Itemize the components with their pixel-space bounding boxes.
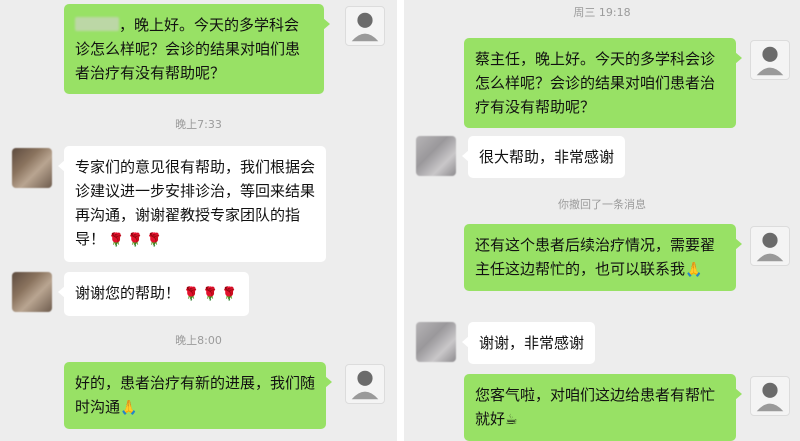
rose-icon: 🌹 — [221, 287, 238, 302]
chat-panel-right[interactable]: 周三 19:18 蔡主任，晚上好。今天的多学科会诊怎么样呢？会诊的结果对咱们患者… — [404, 0, 800, 441]
timestamp: 晚上7:33 — [175, 118, 222, 131]
sent-message-bubble[interactable]: 好的，患者治疗有新的进展，我们随时沟通🙏 — [64, 362, 332, 429]
pray-icon: 🙏 — [685, 262, 703, 278]
rose-icon: 🌹 — [108, 233, 125, 248]
my-avatar[interactable] — [345, 364, 385, 404]
user-avatar-icon — [756, 232, 784, 262]
sent-message-bubble[interactable]: 蔡主任，晚上好。今天的多学科会诊怎么样呢？会诊的结果对咱们患者治疗有没有帮助呢？ — [464, 38, 742, 128]
message-text: 谢谢，非常感谢 — [479, 334, 585, 352]
message-text: 很大帮助，非常感谢 — [479, 148, 615, 166]
timestamp: 晚上8:00 — [175, 334, 222, 347]
rose-icon: 🌹 — [146, 233, 163, 248]
rose-icon: 🌹 — [183, 287, 200, 302]
my-avatar[interactable] — [750, 40, 790, 80]
contact-avatar[interactable] — [416, 322, 456, 362]
message-text: 蔡主任，晚上好。今天的多学科会诊怎么样呢？会诊的结果对咱们患者治疗有没有帮助呢？ — [475, 50, 716, 116]
recall-notice: 你撤回了一条消息 — [558, 198, 646, 211]
received-message-bubble[interactable]: 很大帮助，非常感谢 — [461, 136, 626, 178]
pray-icon: 🙏 — [120, 400, 138, 416]
contact-avatar[interactable] — [12, 272, 52, 312]
my-avatar[interactable] — [750, 226, 790, 266]
contact-avatar[interactable] — [12, 148, 52, 188]
user-avatar-icon — [351, 370, 379, 400]
received-message-bubble[interactable]: 谢谢，非常感谢 — [461, 322, 596, 364]
sent-message-bubble[interactable]: 还有这个患者后续治疗情况，需要翟主任这边帮忙的，也可以联系我🙏 — [464, 224, 742, 291]
user-avatar-icon — [756, 382, 784, 412]
coffee-icon: ☕ — [505, 412, 518, 428]
timestamp: 周三 19:18 — [573, 6, 631, 19]
message-text: 还有这个患者后续治疗情况，需要翟主任这边帮忙的，也可以联系我 — [475, 236, 716, 278]
received-message-bubble[interactable]: 谢谢您的帮助！ 🌹 🌹 🌹 — [58, 272, 249, 316]
message-text: 谢谢您的帮助！ — [75, 284, 181, 302]
my-avatar[interactable] — [345, 6, 385, 46]
blurred-name — [75, 17, 119, 31]
contact-avatar[interactable] — [416, 136, 456, 176]
user-avatar-icon — [756, 46, 784, 76]
sent-message-bubble[interactable]: 您客气啦，对咱们这边给患者有帮忙就好☕ — [464, 374, 742, 441]
rose-icon: 🌹 — [202, 287, 219, 302]
user-avatar-icon — [351, 12, 379, 42]
my-avatar[interactable] — [750, 376, 790, 416]
message-text: 好的，患者治疗有新的进展，我们随时沟通 — [75, 374, 316, 416]
sent-message-bubble[interactable]: ，晚上好。今天的多学科会诊怎么样呢？会诊的结果对咱们患者治疗有没有帮助呢？ — [64, 4, 330, 94]
received-message-bubble[interactable]: 专家们的意见很有帮助，我们根据会诊建议进一步安排诊治，等回来结果再沟通，谢谢翟教… — [58, 146, 326, 262]
rose-icon: 🌹 — [127, 233, 144, 248]
chat-panel-left[interactable]: ，晚上好。今天的多学科会诊怎么样呢？会诊的结果对咱们患者治疗有没有帮助呢？ 晚上… — [0, 0, 397, 441]
